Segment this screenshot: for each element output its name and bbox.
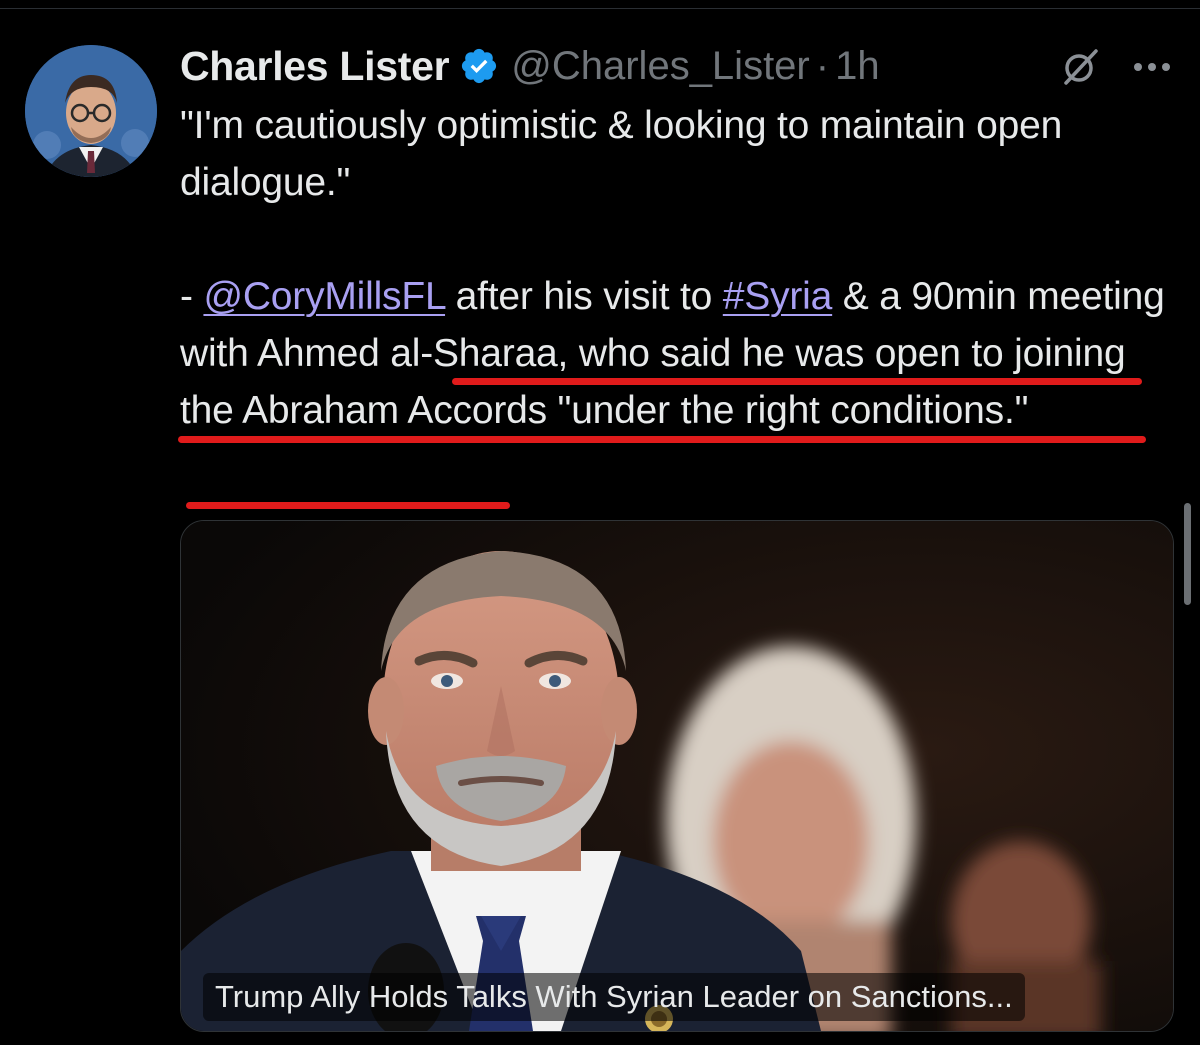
- author-handle[interactable]: @Charles_Lister: [511, 44, 810, 89]
- separator-dot: ·: [815, 43, 830, 88]
- media-caption: Trump Ally Holds Talks With Syrian Leade…: [203, 973, 1025, 1021]
- hashtag-link[interactable]: #Syria: [723, 275, 833, 318]
- body-paragraph: - @CoryMillsFL after his visit to #Syria…: [180, 268, 1175, 439]
- annotation-underline: [178, 436, 1146, 443]
- verified-badge-icon: [459, 46, 499, 86]
- more-icon[interactable]: [1130, 60, 1174, 72]
- avatar[interactable]: [25, 45, 157, 177]
- timestamp[interactable]: 1h: [835, 44, 880, 89]
- media-photo: [181, 521, 1173, 1031]
- scrollbar-thumb[interactable]: [1184, 503, 1191, 605]
- display-name[interactable]: Charles Lister: [180, 43, 450, 90]
- avatar-image: [25, 45, 157, 177]
- annotation-underline: [452, 378, 1142, 385]
- media-card[interactable]: Trump Ally Holds Talks With Syrian Leade…: [180, 520, 1174, 1032]
- annotation-underline: [186, 502, 510, 509]
- dash-text: -: [180, 275, 204, 318]
- tweet-text: "I'm cautiously optimistic & looking to …: [180, 97, 1175, 439]
- grok-icon[interactable]: [1058, 45, 1102, 89]
- body-text-1: after his visit to: [445, 275, 723, 318]
- mention-link[interactable]: @CoryMillsFL: [203, 275, 445, 318]
- tweet-header: Charles Lister @Charles_Lister · 1h: [180, 38, 880, 94]
- quote-line: "I'm cautiously optimistic & looking to …: [180, 104, 1063, 204]
- tweet-screen: Charles Lister @Charles_Lister · 1h "I'm…: [0, 0, 1200, 1045]
- divider: [0, 8, 1200, 9]
